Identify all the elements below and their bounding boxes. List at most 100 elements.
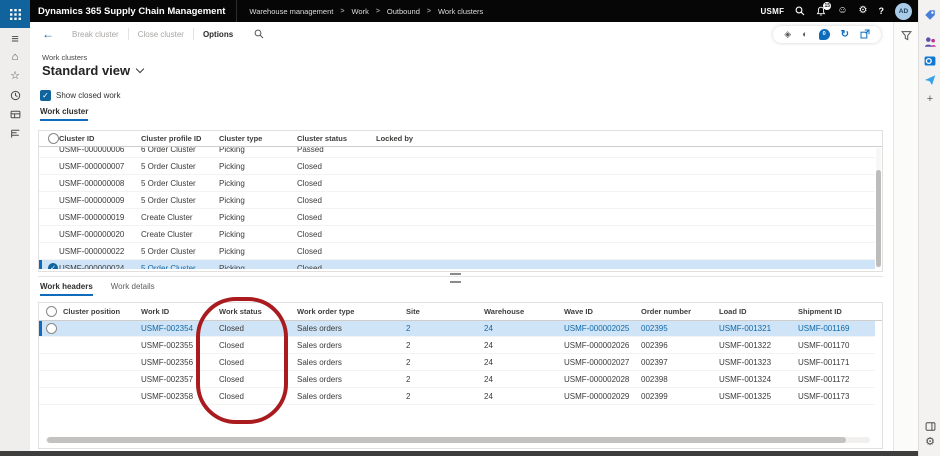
table-row[interactable]: USMF-000000006 6 Order Cluster Picking Pass… <box>39 146 875 158</box>
table-row[interactable]: USMF-002354 Closed Sales orders 2 24 USMF-000… <box>39 320 875 337</box>
cell-cluster-status: Closed <box>297 178 322 188</box>
settings-gear-icon[interactable]: ⚙ <box>859 6 868 16</box>
scrollbar-thumb[interactable] <box>876 170 881 267</box>
cell-work-id[interactable]: USMF-002354 <box>141 324 219 333</box>
page-title[interactable]: Standard view <box>42 63 145 78</box>
notifications-bell-icon[interactable]: 15 <box>816 1 832 17</box>
cell-cluster-profile-id[interactable]: 5 Order Cluster <box>141 264 219 270</box>
back-arrow-icon[interactable]: ← <box>42 27 54 41</box>
modules-icon[interactable] <box>10 107 21 122</box>
help-icon[interactable]: ? <box>879 6 885 16</box>
cell-warehouse[interactable]: 24 <box>484 324 564 333</box>
add-sidebar-item-icon[interactable]: + <box>927 92 933 105</box>
column-header[interactable]: Wave ID <box>564 307 641 316</box>
cell-work-status: Closed <box>219 374 244 384</box>
people-icon[interactable] <box>924 35 936 48</box>
breadcrumb-item[interactable]: Work <box>351 7 368 16</box>
table-row[interactable]: USMF-002357 Closed Sales orders 2 24 USMF-000… <box>39 371 875 388</box>
breadcrumb-item[interactable]: Work clusters <box>438 7 483 16</box>
column-header[interactable]: Locked by <box>376 134 882 143</box>
column-header[interactable]: Work status <box>219 307 297 316</box>
menu-icon[interactable]: ≡ <box>11 31 19 46</box>
vertical-scrollbar[interactable] <box>876 148 881 268</box>
column-header[interactable]: Site <box>406 307 484 316</box>
company-picker[interactable]: USMF <box>760 7 784 16</box>
table-row[interactable]: USMF-000000020 Create Cluster Picking Close… <box>39 226 875 243</box>
table-row[interactable]: USMF-000000019 Create Cluster Picking Close… <box>39 209 875 226</box>
tab-work-headers[interactable]: Work headers <box>40 282 93 296</box>
table-row[interactable]: USMF-002356 Closed Sales orders 2 24 USMF-000… <box>39 354 875 371</box>
feedback-smiley-icon[interactable]: ☺ <box>837 6 847 16</box>
open-in-new-window-icon[interactable] <box>860 29 870 39</box>
cell-shipment-id: USMF-001172 <box>798 374 850 384</box>
column-header[interactable]: Cluster profile ID <box>141 134 219 143</box>
grid-header-row: Cluster ID Cluster profile ID Cluster type… <box>39 131 882 147</box>
home-icon[interactable]: ⌂ <box>12 50 19 65</box>
breadcrumb-item[interactable]: Warehouse management <box>249 7 333 16</box>
cell-order-number[interactable]: 002395 <box>641 324 719 333</box>
app-launcher-button[interactable] <box>0 0 30 28</box>
select-all-cell[interactable] <box>39 306 63 317</box>
row-select-cell[interactable] <box>39 322 63 334</box>
cell-load-id: USMF-001324 <box>719 374 772 384</box>
select-all-cell[interactable] <box>39 133 59 144</box>
workspaces-icon[interactable] <box>10 126 21 141</box>
send-icon[interactable] <box>924 73 936 86</box>
cell-warehouse: 24 <box>484 391 493 401</box>
column-header[interactable]: Cluster position <box>63 307 141 316</box>
column-header[interactable]: Order number <box>641 307 719 316</box>
clock-icon[interactable] <box>10 88 21 103</box>
actionbar-search-icon[interactable] <box>254 29 264 39</box>
cell-work-id: USMF-002356 <box>141 357 194 367</box>
scrollbar-thumb[interactable] <box>47 437 847 443</box>
table-row[interactable]: USMF-000000007 5 Order Cluster Picking Clos… <box>39 158 875 175</box>
horizontal-scrollbar[interactable] <box>46 437 870 443</box>
power-apps-icon[interactable]: ◈ <box>784 29 791 39</box>
table-row[interactable]: USMF-000000022 5 Order Cluster Picking Clos… <box>39 243 875 260</box>
tab-work-cluster[interactable]: Work cluster <box>40 107 89 121</box>
cell-cluster-status: Closed <box>297 246 322 256</box>
avatar[interactable]: AD <box>895 2 912 20</box>
cell-load-id: USMF-001325 <box>719 391 772 401</box>
splitter-handle[interactable] <box>450 273 461 283</box>
shopping-tag-icon[interactable] <box>924 8 936 21</box>
cell-wave-id: USMF-000002028 <box>564 374 630 384</box>
cell-load-id[interactable]: USMF-001321 <box>719 324 798 333</box>
star-icon[interactable]: ☆ <box>10 69 20 84</box>
product-title[interactable]: Dynamics 365 Supply Chain Management <box>38 6 225 17</box>
tab-work-details[interactable]: Work details <box>111 282 155 296</box>
cell-site[interactable]: 2 <box>406 324 484 333</box>
table-row[interactable]: USMF-000000009 5 Order Cluster Picking Clos… <box>39 192 875 209</box>
navbar-right-group: USMF 15 ☺ ⚙ ? AD <box>760 1 918 20</box>
message-center-icon[interactable]: 0 <box>818 28 830 40</box>
task-recorder-icon[interactable]: ◐ <box>802 29 807 39</box>
table-row[interactable]: USMF-000000008 5 Order Cluster Picking Clos… <box>39 175 875 192</box>
column-header[interactable]: Cluster type <box>219 134 297 143</box>
refresh-icon[interactable]: ↻ <box>841 29 849 39</box>
column-header[interactable]: Shipment ID <box>798 307 882 316</box>
table-row[interactable]: USMF-002355 Closed Sales orders 2 24 USMF-000… <box>39 337 875 354</box>
cell-cluster-profile-id: Create Cluster <box>141 229 193 239</box>
close-cluster-button[interactable]: Close cluster <box>129 30 193 39</box>
column-header[interactable]: Load ID <box>719 307 798 316</box>
column-header[interactable]: Work ID <box>141 307 219 316</box>
sidebar-panel-icon[interactable] <box>925 420 936 433</box>
table-row[interactable]: ✓ USMF-000000024 5 Order Cluster Picking Clo… <box>39 260 875 269</box>
column-header[interactable]: Cluster ID <box>59 134 141 143</box>
options-button[interactable]: Options <box>194 30 242 39</box>
outlook-icon[interactable] <box>924 54 936 67</box>
sidebar-settings-gear-icon[interactable]: ⚙ <box>925 437 935 448</box>
filter-funnel-icon[interactable] <box>901 28 912 41</box>
column-header[interactable]: Work order type <box>297 307 406 316</box>
cell-wave-id[interactable]: USMF-000002025 <box>564 324 641 333</box>
column-header[interactable]: Cluster status <box>297 134 376 143</box>
table-row[interactable]: USMF-002358 Closed Sales orders 2 24 USMF-000… <box>39 388 875 405</box>
show-closed-work-checkbox[interactable]: ✓ Show closed work <box>40 90 120 101</box>
search-icon[interactable] <box>795 6 805 16</box>
column-header[interactable]: Warehouse <box>484 307 564 316</box>
break-cluster-button[interactable]: Break cluster <box>63 30 128 39</box>
cell-cluster-profile-id: 5 Order Cluster <box>141 195 196 205</box>
breadcrumb-item[interactable]: Outbound <box>387 7 420 16</box>
cell-shipment-id[interactable]: USMF-001169 <box>798 324 875 333</box>
row-select-cell[interactable]: ✓ <box>39 263 59 269</box>
